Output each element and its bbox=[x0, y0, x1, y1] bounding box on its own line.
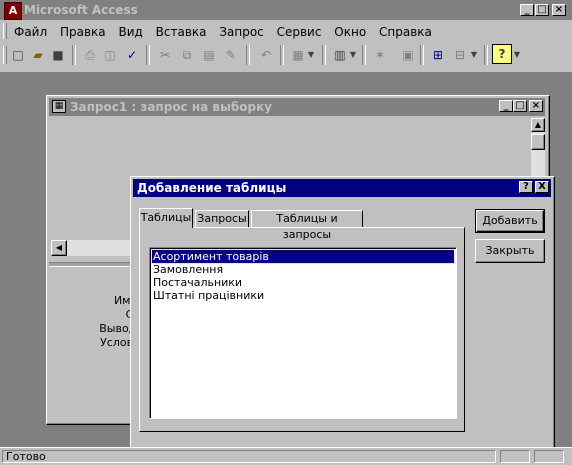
tab-tables[interactable]: Таблицы bbox=[139, 208, 193, 228]
relationships-icon[interactable]: ⊞ bbox=[428, 45, 448, 65]
help-dropdown-icon[interactable]: ▼ bbox=[512, 45, 522, 65]
list-item[interactable]: Штатні працівники bbox=[152, 289, 454, 302]
tab-queries-label: Запросы bbox=[197, 212, 247, 225]
close-button[interactable]: × bbox=[552, 4, 566, 16]
view-icon[interactable]: ▦ bbox=[288, 45, 308, 65]
dialog-title: Добавление таблицы bbox=[137, 181, 287, 195]
dialog-titlebar: Добавление таблицы ? X bbox=[133, 179, 551, 197]
add-button-label: Добавить bbox=[482, 214, 538, 227]
toolbar-separator bbox=[72, 45, 76, 65]
print-icon[interactable]: ⎙ bbox=[80, 45, 100, 65]
spelling-icon[interactable]: ✓ bbox=[122, 45, 142, 65]
help-icon[interactable]: ? bbox=[492, 44, 512, 64]
minimize-button[interactable]: _ bbox=[520, 4, 534, 16]
maximize-button[interactable]: □ bbox=[535, 4, 549, 16]
scroll-thumb[interactable] bbox=[531, 134, 545, 150]
list-item[interactable]: Постачальники bbox=[152, 276, 454, 289]
menu-window[interactable]: Окно bbox=[334, 25, 366, 39]
table-list[interactable]: Асортимент товарів Замовлення Постачальн… bbox=[149, 247, 457, 419]
new-object-dropdown-icon[interactable]: ▼ bbox=[469, 45, 479, 65]
menu-tools[interactable]: Сервис bbox=[277, 25, 322, 39]
toolbar-separator bbox=[246, 45, 250, 65]
toolbar-separator bbox=[280, 45, 284, 65]
dialog-close-button[interactable]: X bbox=[535, 181, 549, 193]
status-panel: Готово bbox=[2, 450, 496, 463]
toolbar-separator bbox=[420, 45, 424, 65]
new-object-icon[interactable]: ⊟ bbox=[450, 45, 470, 65]
status-bar: Готово bbox=[0, 447, 572, 465]
tab-tables-and-queries[interactable]: Таблицы и запросы bbox=[251, 210, 363, 241]
view-dropdown-icon[interactable]: ▼ bbox=[306, 45, 316, 65]
app-titlebar: A Microsoft Access _ □ × bbox=[0, 0, 572, 20]
preview-icon[interactable]: ◫ bbox=[100, 45, 120, 65]
paste-icon[interactable]: ▤ bbox=[199, 45, 219, 65]
menu-bar: Файл Правка Вид Вставка Запрос Сервис Ок… bbox=[0, 20, 572, 42]
toolbar-grip bbox=[3, 46, 7, 64]
query-type-icon[interactable]: ▥ bbox=[330, 45, 350, 65]
query-maximize-button[interactable]: □ bbox=[513, 100, 527, 112]
tab-tables-label: Таблицы bbox=[140, 211, 192, 224]
save-icon[interactable]: ■ bbox=[48, 45, 68, 65]
list-item[interactable]: Замовлення bbox=[152, 263, 454, 276]
open-icon[interactable]: ▰ bbox=[28, 45, 48, 65]
format-painter-icon[interactable]: ✎ bbox=[221, 45, 241, 65]
scroll-up-button[interactable]: ▲ bbox=[531, 118, 545, 132]
add-table-dialog[interactable]: Добавление таблицы ? X Таблицы Запросы Т… bbox=[130, 176, 555, 455]
menu-grip bbox=[3, 23, 7, 39]
toolbar-separator bbox=[146, 45, 150, 65]
query-titlebar: ▦ Запрос1 : запрос на выборку _ □ × bbox=[49, 98, 545, 116]
app-title: Microsoft Access bbox=[24, 3, 138, 17]
menu-file[interactable]: Файл bbox=[14, 25, 47, 39]
menu-edit[interactable]: Правка bbox=[60, 25, 106, 39]
status-panel-2 bbox=[500, 450, 530, 463]
toolbar-separator bbox=[362, 45, 366, 65]
list-item-selected[interactable]: Асортимент товарів bbox=[151, 249, 455, 264]
access-app-icon[interactable]: A bbox=[4, 2, 22, 20]
tab-queries[interactable]: Запросы bbox=[195, 210, 249, 227]
query-close-button[interactable]: × bbox=[529, 100, 543, 112]
query-type-dropdown-icon[interactable]: ▼ bbox=[348, 45, 358, 65]
menu-view[interactable]: Вид bbox=[118, 25, 142, 39]
toolbar-separator bbox=[322, 45, 326, 65]
tab-tables-and-queries-label: Таблицы и запросы bbox=[276, 212, 338, 241]
close-dialog-button[interactable]: Закрыть bbox=[475, 239, 545, 263]
menu-items: Файл Правка Вид Вставка Запрос Сервис Ок… bbox=[14, 25, 441, 39]
toolbar-separator bbox=[484, 45, 488, 65]
add-button[interactable]: Добавить bbox=[475, 209, 545, 233]
menu-insert[interactable]: Вставка bbox=[156, 25, 207, 39]
query-window-icon: ▦ bbox=[52, 100, 66, 113]
properties-icon[interactable]: ▣ bbox=[398, 45, 418, 65]
menu-query[interactable]: Запрос bbox=[219, 25, 263, 39]
dialog-help-button[interactable]: ? bbox=[519, 181, 533, 193]
status-text: Готово bbox=[6, 450, 46, 463]
new-icon[interactable]: □ bbox=[8, 45, 28, 65]
close-dialog-button-label: Закрыть bbox=[485, 244, 535, 257]
run-icon[interactable]: ✶ bbox=[370, 45, 390, 65]
menu-help[interactable]: Справка bbox=[379, 25, 432, 39]
scroll-left-button[interactable]: ◀ bbox=[51, 240, 67, 256]
query-title: Запрос1 : запрос на выборку bbox=[70, 100, 273, 114]
query-minimize-button[interactable]: _ bbox=[499, 100, 513, 112]
add-button-face: Добавить bbox=[476, 210, 544, 232]
status-panel-3 bbox=[534, 450, 564, 463]
cut-icon[interactable]: ✂ bbox=[155, 45, 175, 65]
undo-icon[interactable]: ↶ bbox=[256, 45, 276, 65]
copy-icon[interactable]: ⧉ bbox=[177, 45, 197, 65]
